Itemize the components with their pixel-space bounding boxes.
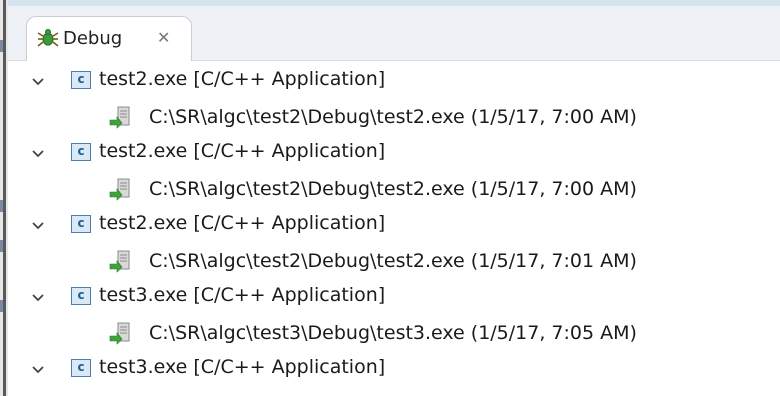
tab-debug[interactable]: Debug ✕	[26, 16, 192, 61]
bug-icon	[37, 27, 59, 49]
editor-divider	[3, 0, 6, 396]
process-item[interactable]: C:\SR\algc\test2\Debug\test2.exe (1/5/17…	[8, 101, 780, 137]
launch-label: test3.exe [C/C++ Application]	[99, 356, 386, 378]
chevron-down-icon[interactable]	[31, 360, 45, 374]
launch-label: test2.exe [C/C++ Application]	[99, 140, 386, 162]
process-icon	[109, 105, 133, 129]
process-icon	[109, 321, 133, 345]
launch-item[interactable]: c test2.exe [C/C++ Application]	[8, 65, 780, 101]
edge-glyph	[0, 40, 3, 52]
c-application-icon: c	[71, 71, 91, 89]
close-icon[interactable]: ✕	[157, 28, 170, 47]
launch-label: test2.exe [C/C++ Application]	[99, 68, 386, 90]
chevron-down-icon[interactable]	[31, 288, 45, 302]
process-label: C:\SR\algc\test3\Debug\test3.exe (1/5/17…	[149, 322, 637, 344]
edge-glyph	[0, 240, 3, 252]
launch-item[interactable]: c test3.exe [C/C++ Application]	[8, 353, 780, 389]
process-label: C:\SR\algc\test2\Debug\test2.exe (1/5/17…	[149, 250, 637, 272]
process-item[interactable]: C:\SR\algc\test3\Debug\test3.exe (1/5/17…	[8, 317, 780, 353]
chevron-down-icon[interactable]	[31, 72, 45, 86]
launch-item[interactable]: c test2.exe [C/C++ Application]	[8, 137, 780, 173]
c-application-icon: c	[71, 215, 91, 233]
process-label: C:\SR\algc\test2\Debug\test2.exe (1/5/17…	[149, 106, 637, 128]
view-tab-bar: Debug ✕	[8, 6, 780, 61]
debug-launch-tree: c test2.exe [C/C++ Application] C:\SR\algc…	[8, 61, 780, 396]
left-editor-edge	[0, 0, 8, 396]
process-label: C:\SR\algc\test2\Debug\test2.exe (1/5/17…	[149, 178, 637, 200]
launch-item[interactable]: c test3.exe [C/C++ Application]	[8, 281, 780, 317]
launch-label: test3.exe [C/C++ Application]	[99, 284, 386, 306]
process-item[interactable]: C:\SR\algc\test2\Debug\test2.exe (1/5/17…	[8, 245, 780, 281]
process-item[interactable]: C:\SR\algc\test2\Debug\test2.exe (1/5/17…	[8, 173, 780, 209]
launch-item[interactable]: c test2.exe [C/C++ Application]	[8, 209, 780, 245]
chevron-down-icon[interactable]	[31, 144, 45, 158]
process-icon	[109, 177, 133, 201]
c-application-icon: c	[71, 143, 91, 161]
c-application-icon: c	[71, 287, 91, 305]
edge-glyph	[0, 200, 3, 212]
edge-glyph	[0, 300, 3, 312]
chevron-down-icon[interactable]	[31, 216, 45, 230]
launch-label: test2.exe [C/C++ Application]	[99, 212, 386, 234]
process-icon	[109, 249, 133, 273]
c-application-icon: c	[71, 359, 91, 377]
tab-label: Debug	[63, 28, 123, 49]
